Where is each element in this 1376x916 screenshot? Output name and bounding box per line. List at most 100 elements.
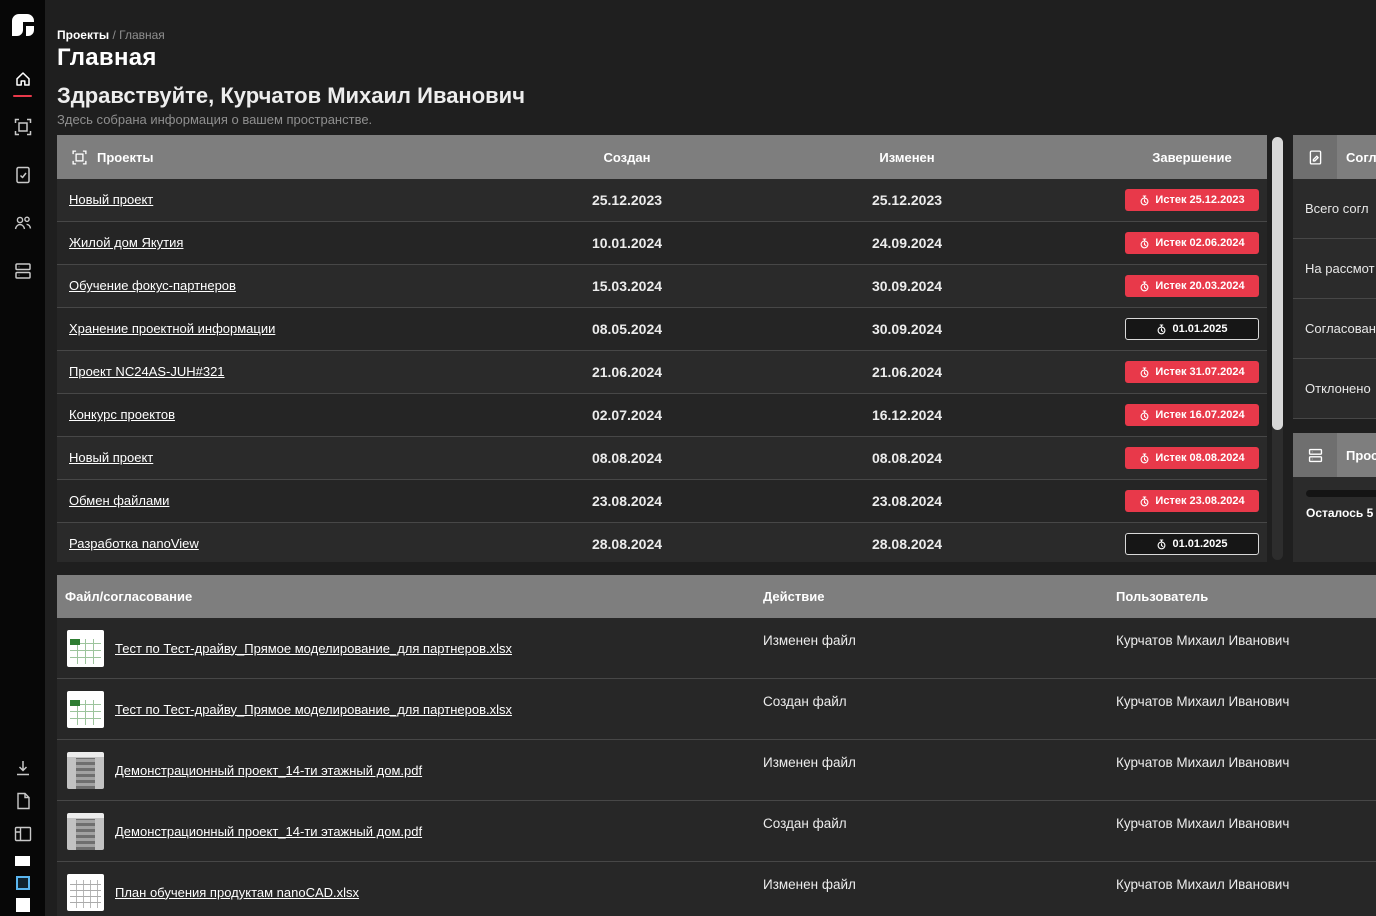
file-link[interactable]: Тест по Тест-драйву_Прямое моделирование… — [115, 641, 512, 656]
project-link[interactable]: Проект NC24AS-JUH#321 — [57, 364, 225, 379]
download-icon — [14, 759, 32, 777]
completion-badge-label: Истек 08.08.2024 — [1155, 452, 1244, 464]
project-created: 28.08.2024 — [557, 536, 697, 552]
clock-icon — [1156, 539, 1167, 550]
completion-badge[interactable]: Истек 16.07.2024 — [1125, 404, 1259, 426]
completion-badge[interactable]: Истек 23.08.2024 — [1125, 490, 1259, 512]
project-link[interactable]: Жилой дом Якутия — [57, 235, 183, 250]
sidebar-nav — [0, 55, 45, 295]
project-modified: 16.12.2024 — [697, 407, 1117, 423]
completion-badge-label: Истек 23.08.2024 — [1155, 495, 1244, 507]
file-link[interactable]: Демонстрационный проект_14-ти этажный до… — [115, 763, 422, 778]
sidebar-item-projects[interactable] — [0, 103, 45, 151]
project-link[interactable]: Разработка nanoView — [57, 536, 199, 551]
project-link[interactable]: Обмен файлами — [57, 493, 169, 508]
activity-row: Тест по Тест-драйву_Прямое моделирование… — [57, 618, 1376, 679]
activity-user: Курчатов Михаил Иванович — [1108, 801, 1376, 861]
project-completion-cell: Истек 20.03.2024 — [1117, 275, 1267, 297]
app-window: Проекты / Главная Главная Здравствуйте, … — [0, 0, 1376, 916]
space-panel-title: Простра — [1346, 448, 1376, 463]
project-modified: 30.09.2024 — [697, 278, 1117, 294]
project-row: Хранение проектной информации 08.05.2024… — [57, 308, 1267, 351]
app-logo[interactable] — [0, 2, 45, 47]
project-modified: 25.12.2023 — [697, 192, 1117, 208]
completion-badge[interactable]: 01.01.2025 — [1125, 533, 1259, 555]
projects-scrollbar-thumb[interactable] — [1272, 137, 1283, 430]
activity-user: Курчатов Михаил Иванович — [1108, 740, 1376, 800]
greeting-text: Здравствуйте, Курчатов Михаил Иванович — [57, 83, 525, 109]
excel-file-thumbnail — [67, 691, 104, 728]
file-link[interactable]: Демонстрационный проект_14-ти этажный до… — [115, 824, 422, 839]
activity-user: Курчатов Михаил Иванович — [1108, 862, 1376, 916]
sidebar-item-home[interactable] — [0, 55, 45, 103]
approvals-stat-row: Согласован — [1293, 299, 1376, 359]
project-link[interactable]: Новый проект — [57, 450, 153, 465]
swatch-white-item-2[interactable] — [16, 894, 30, 916]
completion-badge-label: 01.01.2025 — [1172, 538, 1227, 550]
created-header-label: Создан — [557, 150, 697, 165]
space-usage-progressbar — [1306, 490, 1376, 497]
project-row: Обучение фокус-партнеров 15.03.2024 30.0… — [57, 265, 1267, 308]
project-name-cell: Новый проект — [57, 449, 557, 467]
project-row: Разработка nanoView 28.08.2024 28.08.202… — [57, 523, 1267, 562]
project-modified: 24.09.2024 — [697, 235, 1117, 251]
breadcrumb-projects[interactable]: Проекты — [57, 28, 109, 42]
approvals-panel-title: Соглас — [1346, 150, 1376, 165]
sidebar-item-users[interactable] — [0, 199, 45, 247]
completion-badge[interactable]: 01.01.2025 — [1125, 318, 1259, 340]
project-completion-cell: 01.01.2025 — [1117, 533, 1267, 555]
completion-badge-label: 01.01.2025 — [1172, 323, 1227, 335]
clock-icon — [1156, 324, 1167, 335]
activity-table: Файл/согласование Действие Пользователь … — [57, 575, 1376, 916]
file-link[interactable]: План обучения продуктам nanoCAD.xlsx — [115, 885, 359, 900]
approvals-icon — [13, 165, 33, 185]
projects-table-body: Новый проект 25.12.2023 25.12.2023 Истек… — [57, 179, 1267, 562]
project-link[interactable]: Обучение фокус-партнеров — [57, 278, 236, 293]
activity-user: Курчатов Михаил Иванович — [1108, 679, 1376, 739]
completion-badge[interactable]: Истек 31.07.2024 — [1125, 361, 1259, 383]
project-name-cell: Конкурс проектов — [57, 406, 557, 424]
project-created: 08.08.2024 — [557, 450, 697, 466]
swatch-white-item[interactable] — [15, 850, 30, 872]
project-link[interactable]: Конкурс проектов — [57, 407, 175, 422]
completion-badge-label: Истек 02.06.2024 — [1155, 237, 1244, 249]
activity-file-cell: Тест по Тест-драйву_Прямое моделирование… — [57, 679, 755, 739]
sidebar-item-storage[interactable] — [0, 247, 45, 295]
project-link[interactable]: Хранение проектной информации — [57, 321, 275, 336]
space-panel-body: Осталось 5 — [1293, 477, 1376, 562]
breadcrumb-current: Главная — [119, 28, 165, 42]
sidebar-item-layout[interactable] — [0, 817, 45, 850]
clock-icon — [1139, 367, 1150, 378]
completion-badge[interactable]: Истек 08.08.2024 — [1125, 447, 1259, 469]
clock-icon — [1139, 238, 1150, 249]
sidebar-item-download[interactable] — [0, 751, 45, 784]
sidebar-item-document[interactable] — [0, 784, 45, 817]
activity-row: Демонстрационный проект_14-ти этажный до… — [57, 801, 1376, 862]
swatch-selected-item[interactable] — [16, 872, 30, 894]
project-row: Обмен файлами 23.08.2024 23.08.2024 Исте… — [57, 480, 1267, 523]
projects-header-cell: Проекты — [57, 149, 557, 166]
project-row: Жилой дом Якутия 10.01.2024 24.09.2024 И… — [57, 222, 1267, 265]
projects-scrollbar-track[interactable] — [1272, 137, 1283, 560]
activity-table-header: Файл/согласование Действие Пользователь — [57, 575, 1376, 618]
activity-row: Тест по Тест-драйву_Прямое моделирование… — [57, 679, 1376, 740]
approvals-rows: Всего соглНа рассмотСогласованОтклонено — [1293, 179, 1376, 419]
activity-action: Изменен файл — [755, 862, 1108, 916]
approvals-iconbox — [1293, 135, 1337, 179]
completion-badge[interactable]: Истек 02.06.2024 — [1125, 232, 1259, 254]
project-completion-cell: 01.01.2025 — [1117, 318, 1267, 340]
activity-row: Демонстрационный проект_14-ти этажный до… — [57, 740, 1376, 801]
completion-badge[interactable]: Истек 20.03.2024 — [1125, 275, 1259, 297]
blue-outline-swatch-icon — [16, 876, 30, 890]
sidebar-item-approvals[interactable] — [0, 151, 45, 199]
space-remaining-label: Осталось 5 — [1306, 506, 1376, 520]
storage-icon — [1307, 447, 1324, 464]
project-created: 23.08.2024 — [557, 493, 697, 509]
project-link[interactable]: Новый проект — [57, 192, 153, 207]
excel-file-thumbnail — [67, 630, 104, 667]
file-link[interactable]: Тест по Тест-драйву_Прямое моделирование… — [115, 702, 512, 717]
nanocad-logo-icon — [9, 11, 37, 39]
project-name-cell: Проект NC24AS-JUH#321 — [57, 363, 557, 381]
project-modified: 30.09.2024 — [697, 321, 1117, 337]
completion-badge[interactable]: Истек 25.12.2023 — [1125, 189, 1259, 211]
